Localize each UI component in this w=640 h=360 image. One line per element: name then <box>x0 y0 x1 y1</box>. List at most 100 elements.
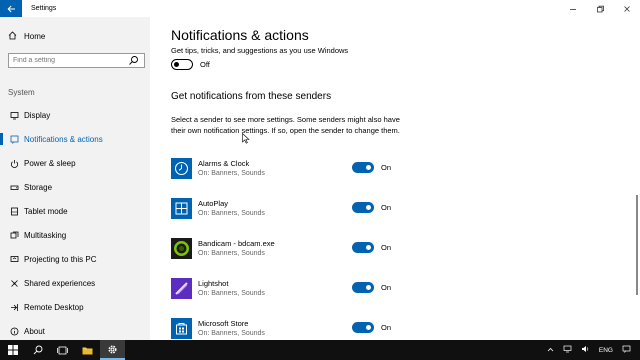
volume-icon[interactable] <box>581 345 590 355</box>
sidebar-item-notifications[interactable]: Notifications & actions <box>0 127 150 151</box>
sender-row-alarms-clock[interactable]: Alarms & Clock On: Banners, Sounds On <box>171 158 491 184</box>
sender-toggle-row: On <box>352 162 391 173</box>
sender-toggle-row: On <box>352 242 391 253</box>
sidebar-nav: Display Notifications & actions Power & … <box>0 103 150 343</box>
lightshot-icon <box>171 278 192 299</box>
sidebar-item-remote-desktop[interactable]: Remote Desktop <box>0 295 150 319</box>
file-explorer-button[interactable] <box>75 340 100 360</box>
sender-row-autoplay[interactable]: AutoPlay On: Banners, Sounds On <box>171 198 491 224</box>
sender-toggle-row: On <box>352 322 391 333</box>
shared-icon <box>9 278 19 288</box>
about-icon <box>9 326 19 336</box>
language-indicator[interactable]: ENG <box>599 347 613 354</box>
search-box[interactable] <box>8 53 145 68</box>
sender-name: Bandicam - bdcam.exe <box>198 239 275 248</box>
toggle-knob <box>366 205 371 210</box>
window-title: Settings <box>31 5 57 12</box>
gear-icon <box>108 344 117 354</box>
sidebar-item-power[interactable]: Power & sleep <box>0 151 150 175</box>
maximize-button[interactable] <box>586 0 613 17</box>
tips-label: Get tips, tricks, and suggestions as you… <box>171 46 349 55</box>
task-view-icon <box>57 346 68 354</box>
action-center-icon[interactable] <box>622 345 631 355</box>
sender-row-lightshot[interactable]: Lightshot On: Banners, Sounds On <box>171 278 491 304</box>
sidebar-item-display[interactable]: Display <box>0 103 150 127</box>
sender-toggle[interactable] <box>352 202 374 213</box>
sidebar-item-projecting[interactable]: Projecting to this PC <box>0 247 150 271</box>
sidebar-item-storage[interactable]: Storage <box>0 175 150 199</box>
sender-status: On: Banners, Sounds <box>198 330 265 337</box>
minimize-button[interactable] <box>559 0 586 17</box>
sender-toggle-state: On <box>381 163 392 172</box>
sidebar-item-label: Shared experiences <box>24 278 96 288</box>
sender-toggle[interactable] <box>352 162 374 173</box>
toggle-knob <box>366 325 371 330</box>
chevron-up-icon[interactable] <box>547 347 554 354</box>
sidebar-item-label: Multitasking <box>24 230 67 240</box>
toggle-knob <box>366 165 371 170</box>
autoplay-icon <box>171 198 192 219</box>
sender-toggle-state: On <box>381 283 392 292</box>
sender-toggle-row: On <box>352 282 391 293</box>
sidebar: Home System Display Notifications & acti… <box>0 17 150 340</box>
restore-icon <box>596 5 604 12</box>
multitasking-icon <box>9 230 19 240</box>
search-icon <box>33 345 42 355</box>
task-view-button[interactable] <box>50 340 75 360</box>
sidebar-item-label: Notifications & actions <box>24 134 103 144</box>
back-arrow-icon <box>6 5 15 12</box>
projecting-icon <box>9 254 19 264</box>
sidebar-item-label: Projecting to this PC <box>24 254 97 264</box>
sender-status: On: Banners, Sounds <box>198 250 265 257</box>
sender-toggle-state: On <box>381 243 392 252</box>
network-icon[interactable] <box>563 345 572 355</box>
sidebar-item-shared-experiences[interactable]: Shared experiences <box>0 271 150 295</box>
system-tray: ENG <box>547 340 640 360</box>
scrollbar[interactable] <box>636 17 638 340</box>
senders-heading: Get notifications from these senders <box>171 91 332 102</box>
tips-toggle-row: Off <box>171 59 210 70</box>
sidebar-item-multitasking[interactable]: Multitasking <box>0 223 150 247</box>
sender-row-microsoft-store[interactable]: Microsoft Store On: Banners, Sounds On <box>171 318 491 340</box>
window-controls <box>559 0 640 17</box>
sidebar-item-tablet[interactable]: Tablet mode <box>0 199 150 223</box>
tips-toggle[interactable] <box>171 59 193 70</box>
main-content: Notifications & actions Get tips, tricks… <box>150 17 640 340</box>
search-input[interactable] <box>13 54 128 67</box>
home-link[interactable]: Home <box>8 31 45 42</box>
notifications-icon <box>9 134 19 144</box>
sender-status: On: Banners, Sounds <box>198 170 265 177</box>
sender-row-bandicam[interactable]: Bandicam - bdcam.exe On: Banners, Sounds… <box>171 238 491 264</box>
sender-name: Microsoft Store <box>198 319 249 328</box>
taskbar-search-button[interactable] <box>25 340 50 360</box>
section-label: System <box>8 88 35 97</box>
tablet-icon <box>9 206 19 216</box>
sender-toggle[interactable] <box>352 322 374 333</box>
storage-icon <box>9 182 19 192</box>
page-title: Notifications & actions <box>171 27 309 43</box>
home-label: Home <box>24 32 46 41</box>
folder-icon <box>82 347 93 354</box>
toggle-knob <box>366 245 371 250</box>
close-button[interactable] <box>613 0 640 17</box>
sender-toggle[interactable] <box>352 282 374 293</box>
remote-desktop-icon <box>9 302 19 312</box>
mouse-cursor-icon <box>242 133 250 144</box>
scrollbar-thumb[interactable] <box>636 195 638 295</box>
settings-taskbar-button[interactable] <box>100 340 125 360</box>
back-button[interactable] <box>0 0 22 17</box>
display-icon <box>9 110 19 120</box>
sidebar-item-label: Remote Desktop <box>24 302 84 312</box>
sender-toggle[interactable] <box>352 242 374 253</box>
bandicam-icon <box>171 238 192 259</box>
sidebar-item-label: About <box>24 326 45 336</box>
alarms-clock-icon <box>171 158 192 179</box>
start-button[interactable] <box>0 340 25 360</box>
title-bar: Settings <box>0 0 640 17</box>
sender-status: On: Banners, Sounds <box>198 210 265 217</box>
store-icon <box>171 318 192 339</box>
sidebar-item-label: Tablet mode <box>24 206 68 216</box>
home-icon <box>8 31 18 42</box>
sidebar-item-label: Power & sleep <box>24 158 76 168</box>
search-icon[interactable] <box>128 55 139 66</box>
